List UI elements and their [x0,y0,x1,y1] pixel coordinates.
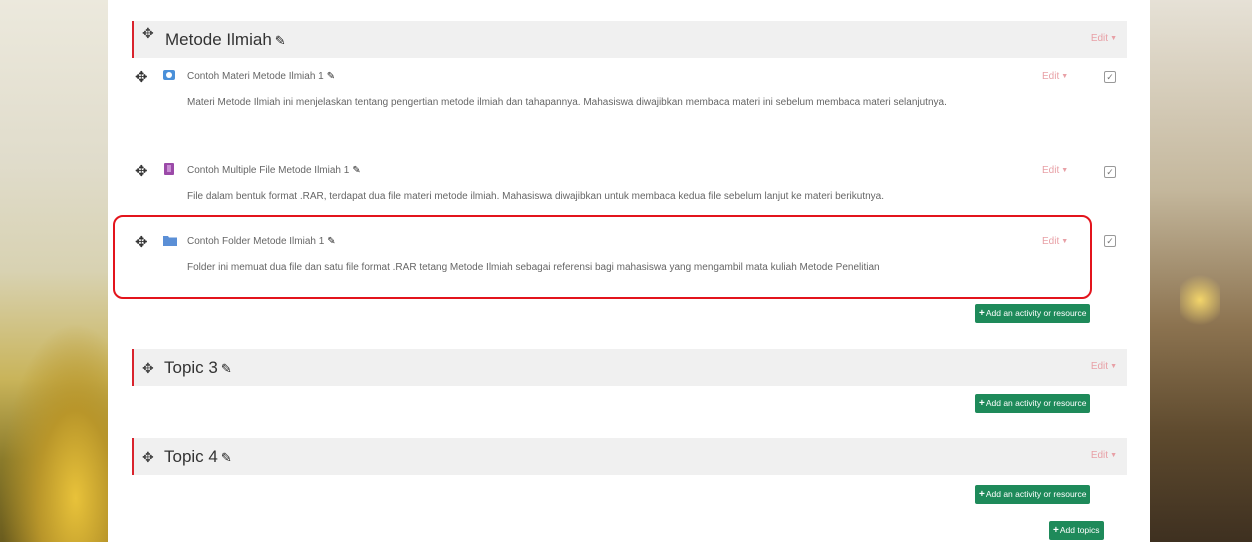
section-edit-menu[interactable]: Edit ▼ [1091,33,1117,44]
plus-icon: + [979,308,985,319]
folder-icon [163,236,177,246]
add-activity-button[interactable]: +Add an activity or resource [975,304,1091,323]
section-title: Topic 4 ✎ [164,447,232,466]
completion-checkbox[interactable]: ✓ [1104,166,1116,178]
activity-edit-menu[interactable]: Edit ▼ [1042,236,1068,247]
background-left-image [0,0,108,542]
activity-item: ✥ Contoh Materi Metode Ilmiah 1 ✎ Edit ▼ M… [135,68,1095,138]
section-header-metode-ilmiah: ✥ Metode Ilmiah ✎ Edit ▼ [132,21,1127,58]
activity-item: ✥ Contoh Folder Metode Ilmiah 1 ✎ Edit ▼ F… [135,233,1095,281]
activity-name-link[interactable]: Contoh Multiple File Metode Ilmiah 1 ✎ [187,165,361,176]
section-header-topic-3: ✥ Topic 3 ✎ Edit ▼ [132,349,1127,386]
add-activity-button[interactable]: +Add an activity or resource [975,485,1091,504]
caret-down-icon: ▼ [1061,238,1069,245]
section-edit-menu[interactable]: Edit ▼ [1091,450,1117,461]
section-title: Topic 3 ✎ [164,358,232,377]
activity-item: ✥ Contoh Multiple File Metode Ilmiah 1 ✎ … [135,162,1095,210]
completion-checkbox[interactable]: ✓ [1104,235,1116,247]
section-title: Metode Ilmiah ✎ [165,30,286,49]
activity-description: File dalam bentuk format .RAR, terdapat … [187,191,885,202]
caret-down-icon: ▼ [1061,167,1069,174]
pencil-icon[interactable]: ✎ [275,33,286,48]
activity-description: Folder ini memuat dua file dan satu file… [187,262,880,273]
section-marker [132,349,134,386]
caret-down-icon: ▼ [1061,73,1069,80]
add-activity-button[interactable]: +Add an activity or resource [975,394,1091,413]
caret-down-icon: ▼ [1110,35,1117,42]
url-icon [163,70,175,80]
move-icon[interactable]: ✥ [135,162,148,180]
section-header-topic-4: ✥ Topic 4 ✎ Edit ▼ [132,438,1127,475]
activity-edit-menu[interactable]: Edit ▼ [1042,165,1068,176]
activity-name-link[interactable]: Contoh Materi Metode Ilmiah 1 ✎ [187,71,335,82]
section-edit-menu[interactable]: Edit ▼ [1091,361,1117,372]
activity-edit-menu[interactable]: Edit ▼ [1042,71,1068,82]
plus-icon: + [979,489,985,500]
activity-name-link[interactable]: Contoh Folder Metode Ilmiah 1 ✎ [187,236,336,247]
move-icon[interactable]: ✥ [135,233,148,251]
pencil-icon[interactable]: ✎ [221,361,232,376]
background-right-image [1150,0,1252,542]
caret-down-icon: ▼ [1110,363,1117,370]
move-icon[interactable]: ✥ [135,68,148,86]
pencil-icon[interactable]: ✎ [221,450,232,465]
plus-icon: + [1053,525,1059,536]
add-topics-button[interactable]: +Add topics [1049,521,1104,540]
completion-checkbox[interactable]: ✓ [1104,71,1116,83]
move-icon[interactable]: ✥ [142,360,154,377]
section-marker [132,438,134,475]
course-content: ✥ Metode Ilmiah ✎ Edit ▼ ✥ Contoh Materi M… [108,0,1150,542]
file-icon [164,163,174,175]
move-icon[interactable]: ✥ [142,449,154,466]
caret-down-icon: ▼ [1110,452,1117,459]
move-icon[interactable]: ✥ [142,25,154,42]
pencil-icon[interactable]: ✎ [327,236,335,247]
section-marker [132,21,134,58]
pencil-icon[interactable]: ✎ [352,165,360,176]
plus-icon: + [979,398,985,409]
activity-description: Materi Metode Ilmiah ini menjelaskan ten… [187,97,947,108]
pencil-icon[interactable]: ✎ [327,71,335,82]
